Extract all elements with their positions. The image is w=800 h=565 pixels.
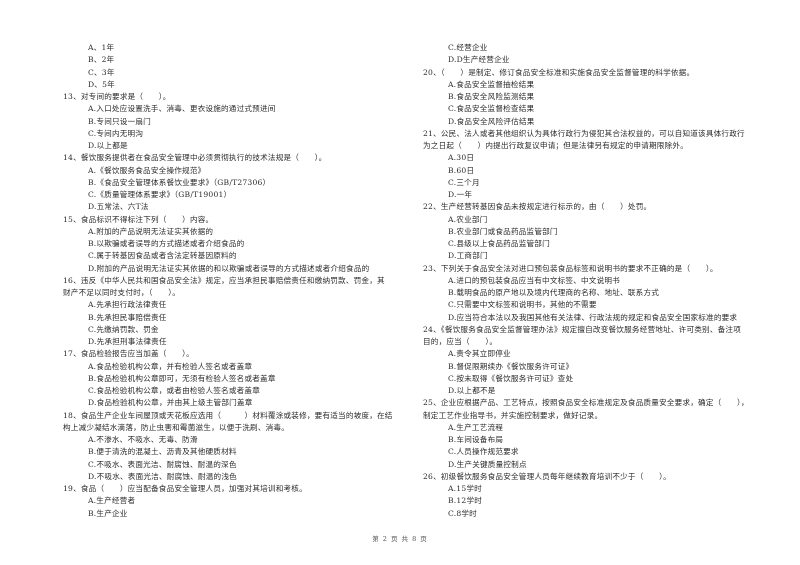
option: B.60日 [448,165,475,175]
option: A.《餐饮服务食品安全操作规范》 [88,165,206,175]
question-stem: 26、初级餐饮服务食品安全管理人员每年继续教育培训不少于（ ）。 [423,471,671,481]
option: A.附加的产品说明无法证实其依据的 [88,226,214,236]
option: A.责令其立即停业 [448,349,511,359]
option: B、2年 [88,55,115,65]
option: A.不渗水、不吸水、无毒、防滑 [88,435,198,444]
option: B.《食品安全管理体系餐饮业要求》（GB/T27306） [88,177,271,187]
option: C、3年 [88,67,115,77]
option: B.载明食品的原产地以及境内代理商的名称、地址、联系方式 [448,288,660,297]
option: D.食品安全风险评估结果 [448,116,535,126]
option: A.30日 [448,153,475,163]
question-stem-continued: 为之日起（ ）内提出行政复议申请；但是法律另有规定的申请期限除外。 [423,141,688,150]
question-stem-continued: 制定工艺作业指导书，并实施控制要求，做好记录。 [423,410,603,420]
question-stem: 18、食品生产企业车间屋顶或天花板应选用（ ）材料覆涂或装修，要有适当的坡度，在… [63,410,393,420]
option: B.专间只设一扇门 [88,116,151,126]
option: A.农业部门 [448,214,488,224]
option: C.县级以上食品药品监管部门 [448,239,550,248]
option: B.食品检验机构公章即可，无须有检验人签名或者盖章 [88,373,276,383]
option: B.生产企业 [88,508,128,518]
option: C.人员操作规范要求 [448,447,519,457]
option: D.不吸水、表面光洁、耐腐蚀、耐温的浅色 [88,471,237,481]
option: C.8学时 [448,508,477,518]
option: C.经营企业 [448,43,488,52]
option: C.食品检验机构公章，或者由检验人签名或者盖章 [88,386,261,395]
option: D.五常法、六T法 [88,202,149,212]
question-stem: 21、公民、法人或者其他组织认为具体行政行为侵犯其合法权益的，可以自知道该具体行… [423,128,745,138]
option: D.D生产经营企业 [448,55,510,65]
option: B.以欺骗或者误导的方式描述或者介绍食品的 [88,239,245,248]
question-stem: 20、（ ）是制定、修订食品安全标准和实施食品安全监督管理的科学依据。 [423,67,695,77]
question-stem: 17、食品检验报告应当加盖（ ）。 [63,349,194,359]
option: C.不吸水、表面光洁、耐腐蚀、耐温的深色 [88,459,237,469]
option: A.先承担行政法律责任 [88,300,167,310]
option: C.专间内无明沟 [88,128,144,138]
option: B.12学时 [448,496,483,506]
option: C.食品安全监督检查结果 [448,104,535,114]
option: C.先缴纳罚款、罚金 [88,324,159,334]
question-stem-continued: 财产不足以同时支付时，（ ）。 [63,288,181,297]
option: B.食品安全风险监测结果 [448,92,535,101]
option: D.附加的产品说明无法证实其依据的和以欺骗或者误导的方式描述或者介绍食品的 [88,263,370,273]
question-stem: 24、《餐饮服务食品安全监督管理办法》规定擅自改变餐饮服务经营地址、许可类别、备… [423,324,742,334]
option: A.入口处应设置洗手、消毒、更衣设施的通过式预进间 [88,104,276,114]
option: D.一年 [448,190,473,199]
option: D.以上都不是 [448,386,496,395]
option: A.生产工艺流程 [448,422,504,432]
option: B.先承担民事赔偿责任 [88,312,167,322]
option: A、1年 [88,43,115,52]
option: A.食品检验机构公章，并有检验人签名或者盖章 [88,361,253,371]
left-column: A、1年 B、2年 C、3年 D、5年 13、对专间的要求是（ ）。 A.入口处… [63,42,408,520]
option: C.属于转基因食品或者含法定转基因原料的 [88,251,237,261]
question-stem: 15、食品标识不得标注下列（ ）内容。 [63,214,214,224]
option: D.生产关键质量控制点 [448,459,527,469]
question-stem: 16、违反《中华人民共和国食品安全法》规定，应当承担民事赔偿责任和缴纳罚款、罚金… [63,275,385,285]
option: D.食品检验机构公章，并由其上级主管部门盖章 [88,398,253,408]
right-column: C.经营企业 D.D生产经营企业 20、（ ）是制定、修订食品安全标准和实施食品… [423,42,768,520]
option: C.只需要中文标签和说明书，其他的不需要 [448,300,597,310]
question-stem-continued: 目的，应当（ ）。 [423,337,498,346]
question-stem: 22、生产经营转基因食品未按规定进行标示的，由（ ）处罚。 [423,202,652,212]
option: D.先承担刑事法律责任 [88,337,167,346]
option: A.生产经营者 [88,496,136,506]
option: D.应当符合本法以及我国其他有关法律、行政法规的规定和食品安全国家标准的要求 [448,312,738,322]
question-stem: 23、下列关于食品安全法对进口预包装食品标签和说明书的要求不正确的是（ ）。 [423,263,718,273]
question-stem: 25、企业应根据产品、工艺特点，按照食品安全标准规定及食品质量安全要求，确定（ … [423,398,749,408]
option: C.三个月 [448,177,480,187]
option: C.《质量管理体系要求》（GB/T19001） [88,190,232,199]
option: A.进口的预包装食品应当有中文标签、中文说明书 [448,275,620,285]
option: D、5年 [88,79,115,89]
option: C.按未取得《餐饮服务许可证》查处 [448,373,574,383]
question-stem: 14、餐饮服务提供者在食品安全管理中必须贯彻执行的技术法规是（ ）。 [63,153,327,163]
option: B.农业部门或食品药品监管部门 [448,226,558,236]
option: A.食品安全监督抽检结果 [448,79,535,89]
option: B.车间设备布局 [448,435,504,444]
option: D.工商部门 [448,251,488,261]
option: B.便于清洗的混凝土、沥青及其他硬质材料 [88,447,237,457]
option: A.15学时 [448,484,482,493]
page-number: 第 2 页 共 8 页 [372,535,428,543]
option: B.督促限期续办《餐饮服务许可证》 [448,361,574,371]
question-stem: 13、对专间的要求是（ ）。 [63,92,171,101]
question-stem: 19、食品（ ）应当配备食品安全管理人员，加强对其培训和考核。 [63,484,307,493]
question-stem-continued: 构上减少凝结水滴落，防止虫害和霉菌滋生，以便于洗刷、消毒。 [63,422,290,432]
option: D.以上都是 [88,141,128,150]
